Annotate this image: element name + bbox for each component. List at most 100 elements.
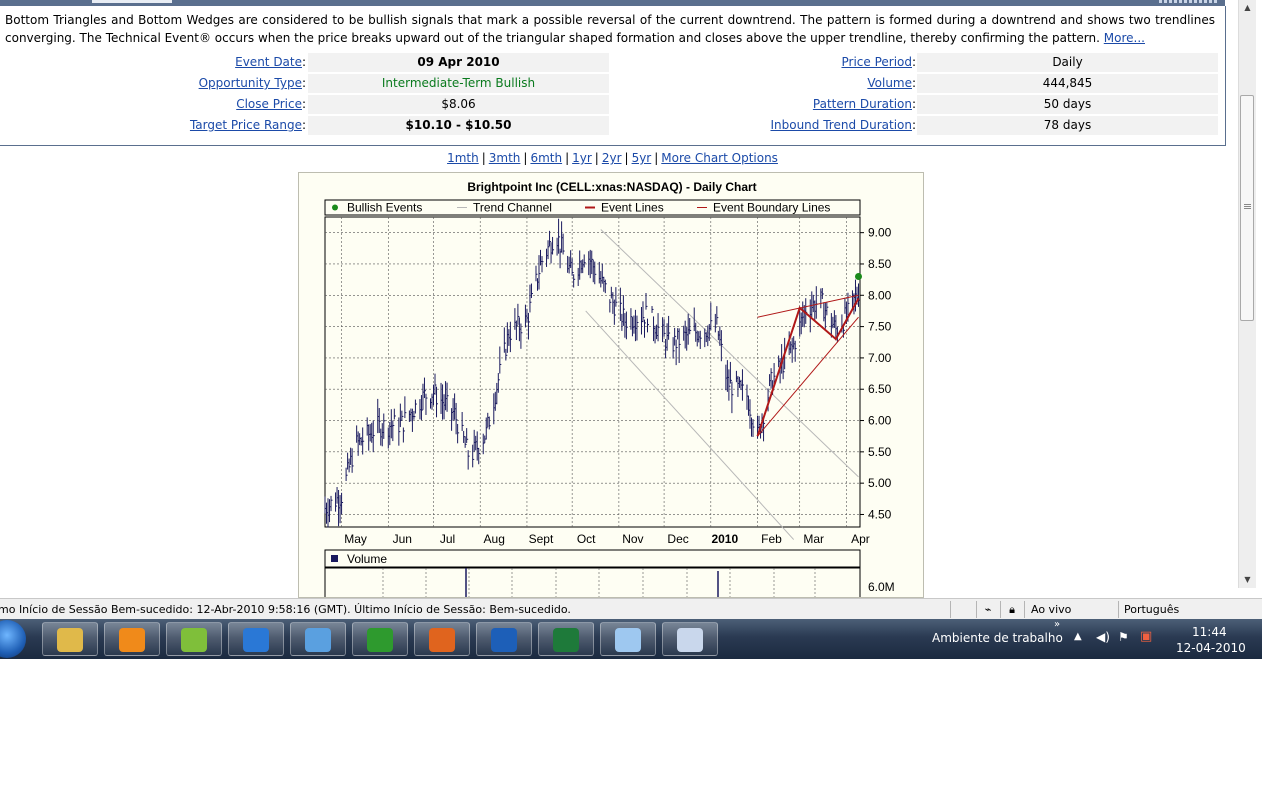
link-separator: | <box>481 151 486 165</box>
chart-range-link[interactable]: 6mth <box>530 151 562 165</box>
scroll-up-arrow-icon[interactable]: ▲ <box>1239 0 1256 16</box>
detail-right-colon: : <box>912 118 917 132</box>
taskbar-excel-button[interactable] <box>538 622 594 656</box>
status-bar: mo Início de Sessão Bem-sucedido: 12-Abr… <box>0 598 1262 620</box>
chart-range-link[interactable]: 1mth <box>447 151 479 165</box>
x-tick-label: Oct <box>577 532 596 546</box>
detail-right-label[interactable]: Volume <box>699 74 912 93</box>
legend-bullish-marker <box>332 204 338 211</box>
detail-left-colon: : <box>302 76 307 90</box>
volume-icon[interactable]: ◀) <box>1096 630 1110 644</box>
vertical-scrollbar[interactable]: ▲ ▼ <box>1238 0 1256 588</box>
chart-range-link[interactable]: More Chart Options <box>661 151 778 165</box>
x-tick-label: May <box>344 532 367 546</box>
media-player-icon <box>119 628 145 652</box>
taskbar-media-player-button[interactable] <box>104 622 160 656</box>
y-tick-label: 8.50 <box>868 257 892 271</box>
x-tick-label: Nov <box>622 532 643 546</box>
paint-icon <box>615 628 641 652</box>
detail-left-value: Intermediate-Term Bullish <box>308 74 609 93</box>
link-separator: | <box>594 151 599 165</box>
taskbar-sticky-folders-button[interactable] <box>166 622 222 656</box>
clock-time[interactable]: 11:44 <box>1192 625 1227 639</box>
x-tick-label: Dec <box>667 532 688 546</box>
pattern-description: Bottom Triangles and Bottom Wedges are c… <box>5 11 1215 47</box>
link-separator: | <box>654 151 659 165</box>
detail-left-label[interactable]: Opportunity Type <box>99 74 302 93</box>
pen-app-icon <box>677 628 703 652</box>
flag-icon[interactable]: ⚑ <box>1118 630 1129 644</box>
windows-explorer-icon <box>57 628 83 652</box>
chart-range-link[interactable]: 3mth <box>489 151 521 165</box>
detail-right-colon: : <box>912 97 917 111</box>
header-dots <box>1159 0 1219 3</box>
grip-icon <box>1244 204 1251 210</box>
bullish-event-marker <box>854 272 862 280</box>
taskbar-b-app-button[interactable] <box>476 622 532 656</box>
detail-left-label[interactable]: Close Price <box>99 95 302 114</box>
system-tray: Ambiente de trabalho » ▲ ◀) ⚑ ▣ 11:44 12… <box>920 619 1262 659</box>
detail-right-value: Daily <box>917 53 1218 72</box>
header-tab[interactable] <box>92 0 172 3</box>
detail-left-label[interactable]: Target Price Range <box>99 116 302 135</box>
y-tick-label: 4.50 <box>868 507 892 521</box>
y-tick-label: 5.50 <box>868 445 892 459</box>
y-tick-label: 5.00 <box>868 476 892 490</box>
more-link[interactable]: More... <box>1104 31 1145 45</box>
firefox-icon <box>429 628 455 652</box>
internet-explorer-icon <box>243 628 269 652</box>
volume-label: Volume <box>347 552 387 566</box>
detail-left-colon: : <box>302 118 307 132</box>
detail-right-value: 78 days <box>917 116 1218 135</box>
y-tick-label: 6.00 <box>868 414 892 428</box>
chart-range-link[interactable]: 2yr <box>602 151 622 165</box>
price-chart: Brightpoint Inc (CELL:xnas:NASDAQ) - Dai… <box>298 172 924 598</box>
sticky-folders-icon <box>181 628 207 652</box>
chart-svg: Brightpoint Inc (CELL:xnas:NASDAQ) - Dai… <box>324 180 895 597</box>
detail-right-value: 50 days <box>917 95 1218 114</box>
legend-label: Bullish Events <box>347 201 422 215</box>
y-tick-label: 9.00 <box>868 226 892 240</box>
detail-left-label[interactable]: Event Date <box>99 53 302 72</box>
taskbar-windows-explorer-button[interactable] <box>42 622 98 656</box>
taskbar-paint-button[interactable] <box>600 622 656 656</box>
detail-right-colon: : <box>912 76 917 90</box>
toolbar-expand-icon[interactable]: » <box>1054 619 1060 630</box>
tray-arrow-icon[interactable]: ▲ <box>1074 631 1082 642</box>
taskbar-firefox-button[interactable] <box>414 622 470 656</box>
scroll-thumb[interactable] <box>1240 95 1254 321</box>
scroll-down-arrow-icon[interactable]: ▼ <box>1239 572 1256 588</box>
x-tick-label: Jul <box>440 532 455 546</box>
detail-left-value: $10.10 - $10.50 <box>308 116 609 135</box>
y-tick-label: 6.50 <box>868 382 892 396</box>
chart-range-link[interactable]: 5yr <box>632 151 652 165</box>
link-separator: | <box>624 151 629 165</box>
desktop-toolbar-label[interactable]: Ambiente de trabalho <box>932 631 1063 645</box>
detail-left-value: 09 Apr 2010 <box>308 53 609 72</box>
description-text: Bottom Triangles and Bottom Wedges are c… <box>5 13 1215 45</box>
detail-right-label[interactable]: Price Period <box>699 53 912 72</box>
x-tick-label: Sept <box>529 532 554 546</box>
start-button[interactable] <box>0 620 26 658</box>
volume-legend-marker <box>331 555 338 562</box>
clock-date[interactable]: 12-04-2010 <box>1176 641 1246 655</box>
chart-range-link[interactable]: 1yr <box>572 151 592 165</box>
taskbar-pen-app-button[interactable] <box>662 622 718 656</box>
taskbar-utorrent-button[interactable] <box>352 622 408 656</box>
x-tick-label: Mar <box>803 532 824 546</box>
detail-right-value: 444,845 <box>917 74 1218 93</box>
status-blank-cell <box>950 601 975 618</box>
browser-viewport: Bottom Triangles and Bottom Wedges are c… <box>0 0 1238 598</box>
x-tick-label: Apr <box>851 532 870 546</box>
mode-label: Ao vivo <box>1024 601 1118 618</box>
taskbar-messenger-button[interactable] <box>290 622 346 656</box>
taskbar: Ambiente de trabalho » ▲ ◀) ⚑ ▣ 11:44 12… <box>0 619 1262 659</box>
x-tick-label: 2010 <box>711 532 738 546</box>
legend-label: Trend Channel <box>473 201 552 215</box>
taskbar-internet-explorer-button[interactable] <box>228 622 284 656</box>
y-tick-label: 8.00 <box>868 288 892 302</box>
x-tick-label: Feb <box>761 532 782 546</box>
detail-right-label[interactable]: Pattern Duration <box>699 95 912 114</box>
detail-right-label[interactable]: Inbound Trend Duration <box>699 116 912 135</box>
network-icon[interactable]: ▣ <box>1140 629 1152 644</box>
